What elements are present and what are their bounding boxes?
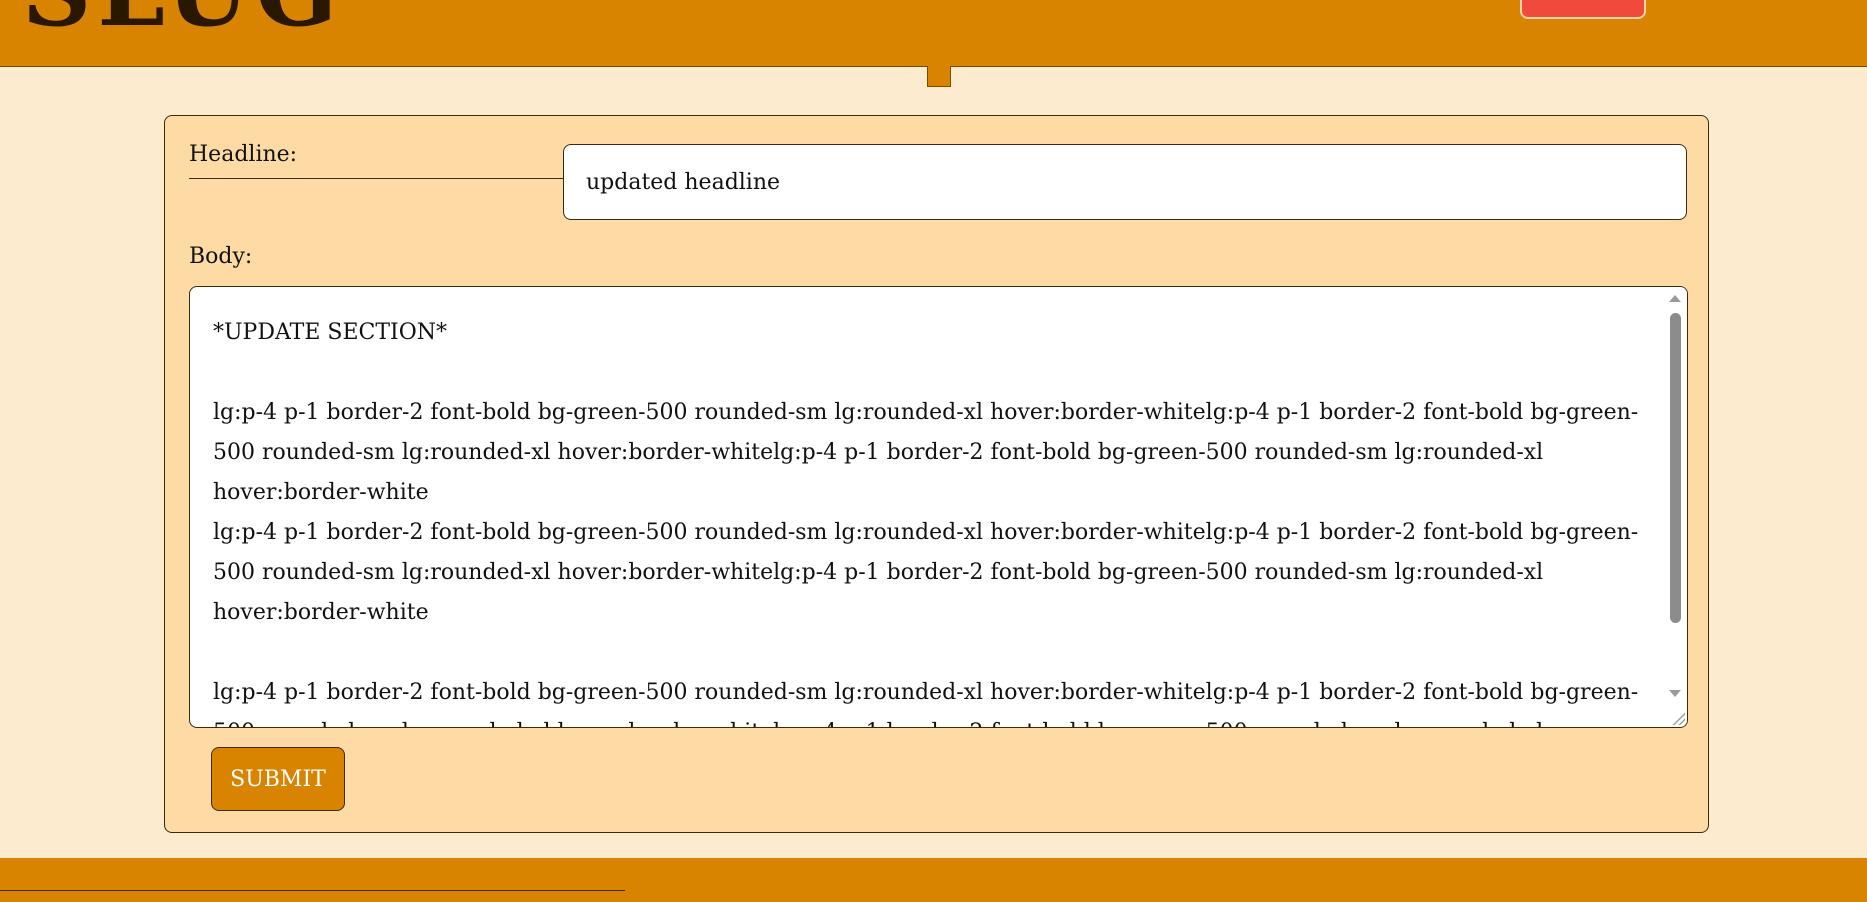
resize-grip-icon[interactable]	[1671, 711, 1685, 725]
headline-divider	[189, 178, 589, 179]
submit-button[interactable]: SUBMIT	[211, 747, 345, 811]
edit-post-form: Headline: Body: *UPDATE SECTION* lg:p-4 …	[164, 115, 1709, 833]
site-header: SLUG	[0, 0, 1867, 67]
scroll-up-arrow-icon[interactable]	[1669, 295, 1681, 302]
body-text[interactable]: *UPDATE SECTION* lg:p-4 p-1 border-2 fon…	[213, 313, 1653, 727]
footer-divider	[0, 890, 625, 891]
body-label: Body:	[189, 244, 253, 269]
body-textarea[interactable]: *UPDATE SECTION* lg:p-4 p-1 border-2 fon…	[189, 286, 1688, 728]
header-tab-marker	[927, 66, 951, 87]
scrollbar-thumb[interactable]	[1670, 313, 1681, 623]
site-footer	[0, 858, 1867, 902]
headline-input[interactable]	[563, 144, 1687, 220]
scroll-down-arrow-icon[interactable]	[1669, 690, 1681, 697]
header-action-button[interactable]	[1520, 0, 1646, 19]
body-scrollbar[interactable]	[1665, 287, 1687, 727]
headline-label: Headline:	[189, 142, 298, 167]
site-logo[interactable]: SLUG	[22, 0, 343, 40]
